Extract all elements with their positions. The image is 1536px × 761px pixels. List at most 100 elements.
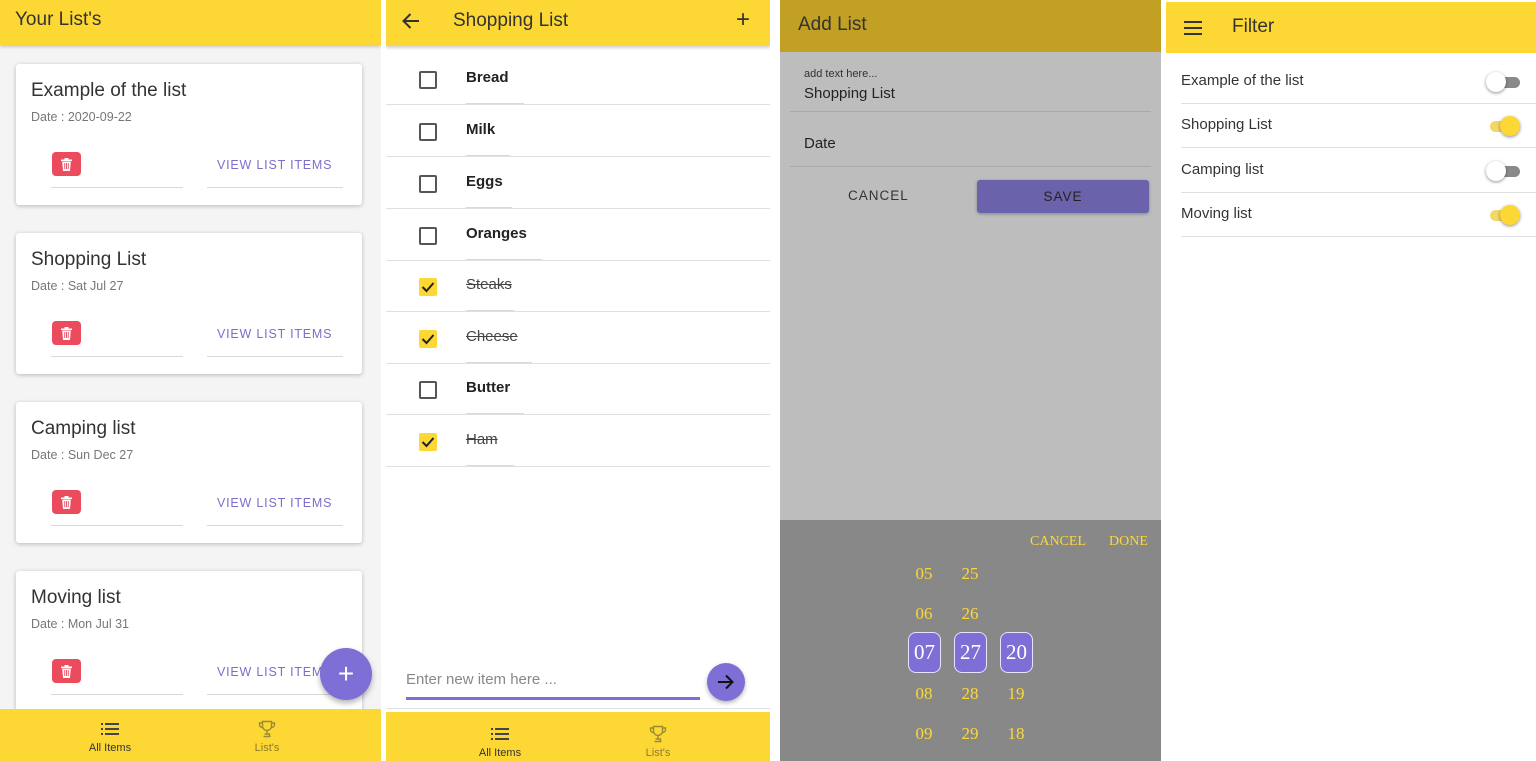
divider [790,111,1151,112]
app-bar: Add List [780,0,1161,52]
trophy-icon [649,725,667,743]
filter-row: Example of the list [1181,60,1536,104]
picker-option[interactable]: 28 [953,684,987,704]
shopping-list-screen: Shopping List + Bread Milk Eggs Oranges … [386,0,770,761]
plus-icon: + [337,658,355,689]
page-title: Filter [1232,16,1275,37]
card-date: Date : Mon Jul 31 [31,617,129,631]
item-name: Butter [466,379,511,396]
divider [207,187,343,188]
cancel-button[interactable]: CANCEL [848,188,909,203]
list-card: Example of the list Date : 2020-09-22 VI… [16,64,362,205]
picker-option[interactable]: 26 [953,604,987,624]
list-card: Moving list Date : Mon Jul 31 VIEW LIST … [16,571,362,712]
picker-selected-year[interactable]: 20 [1000,632,1033,673]
filter-toggle[interactable] [1486,72,1520,92]
plus-icon: + [736,6,751,33]
picker-option[interactable]: 06 [907,604,941,624]
list-item[interactable]: Ham [386,415,770,467]
nav-lists[interactable]: List's [212,709,322,754]
list-name-input[interactable]: Shopping List [804,85,895,102]
filter-label: Shopping List [1181,116,1272,133]
app-bar: Filter [1166,2,1536,53]
delete-button[interactable] [52,659,81,683]
item-underline [466,155,510,156]
picker-option[interactable]: 19 [999,684,1033,704]
checkbox[interactable] [419,227,437,245]
picker-option[interactable]: 25 [953,564,987,584]
card-title: Moving list [31,587,121,608]
picker-option[interactable]: 05 [907,564,941,584]
filter-toggle[interactable] [1486,205,1520,225]
filter-toggle[interactable] [1486,116,1520,136]
card-title: Shopping List [31,249,147,270]
list-item[interactable]: Cheese [386,312,770,364]
add-item-button[interactable]: + [736,6,751,33]
date-picker: CANCEL DONE 05 06 07 08 09 25 26 27 28 2… [780,520,1161,761]
item-underline [466,413,524,414]
list-item[interactable]: Eggs [386,157,770,209]
divider [207,525,343,526]
card-title: Example of the list [31,80,187,101]
picker-option[interactable]: 18 [999,724,1033,744]
delete-button[interactable] [52,321,81,345]
new-item-input[interactable]: Enter new item here ... [406,664,700,700]
picker-cancel-button[interactable]: CANCEL [1030,534,1086,550]
checkbox[interactable] [419,330,437,348]
item-name: Milk [466,121,496,138]
picker-option[interactable]: 29 [953,724,987,744]
divider [51,187,183,188]
nav-all-items[interactable]: All Items [55,709,165,754]
trophy-icon [258,720,276,738]
trash-icon [61,495,72,509]
card-date: Date : 2020-09-22 [31,110,132,124]
picker-selected-day[interactable]: 27 [954,632,987,673]
item-name: Steaks [466,276,512,293]
picker-option[interactable]: 08 [907,684,941,704]
add-list-button[interactable]: + [320,648,372,700]
check-icon [421,334,435,345]
view-list-items-button[interactable]: VIEW LIST ITEMS [217,327,332,341]
checkbox[interactable] [419,175,437,193]
list-item[interactable]: Steaks [386,260,770,312]
nav-all-items[interactable]: All Items [445,712,555,759]
picker-done-button[interactable]: DONE [1109,534,1148,550]
nav-label: All Items [88,742,132,754]
app-bar: Shopping List + [386,0,770,46]
nav-lists[interactable]: List's [603,712,713,759]
list-item[interactable]: Oranges [386,209,770,261]
list-card: Camping list Date : Sun Dec 27 VIEW LIST… [16,402,362,543]
menu-button[interactable] [1184,21,1202,40]
checkbox[interactable] [419,71,437,89]
filter-toggle[interactable] [1486,161,1520,181]
divider [207,694,343,695]
text-field-placeholder: add text here... [804,68,878,80]
delete-button[interactable] [52,152,81,176]
bottom-navigation: All Items List's [0,709,381,761]
checkbox[interactable] [419,123,437,141]
view-list-items-button[interactable]: VIEW LIST ITEMS [217,665,332,679]
view-list-items-button[interactable]: VIEW LIST ITEMS [217,158,332,172]
date-field[interactable]: Date [804,135,836,152]
back-button[interactable] [401,12,421,35]
checkbox[interactable] [419,278,437,296]
checkbox[interactable] [419,433,437,451]
view-list-items-button[interactable]: VIEW LIST ITEMS [217,496,332,510]
checkbox[interactable] [419,381,437,399]
add-list-screen: Add List add text here... Shopping List … [780,0,1161,761]
check-icon [421,437,435,448]
divider [790,166,1151,167]
filter-row: Camping list [1181,149,1536,193]
picker-selected-month[interactable]: 07 [908,632,941,673]
delete-button[interactable] [52,490,81,514]
submit-item-button[interactable] [707,663,745,701]
list-item[interactable]: Milk [386,105,770,157]
list-item[interactable]: Butter [386,363,770,415]
app-bar: Your List's [0,0,381,45]
arrow-right-icon [718,674,734,690]
hamburger-menu-icon [1184,21,1202,35]
picker-option[interactable]: 09 [907,724,941,744]
save-button[interactable]: SAVE [977,180,1149,213]
filter-label: Moving list [1181,205,1252,222]
list-item[interactable]: Bread [386,53,770,105]
